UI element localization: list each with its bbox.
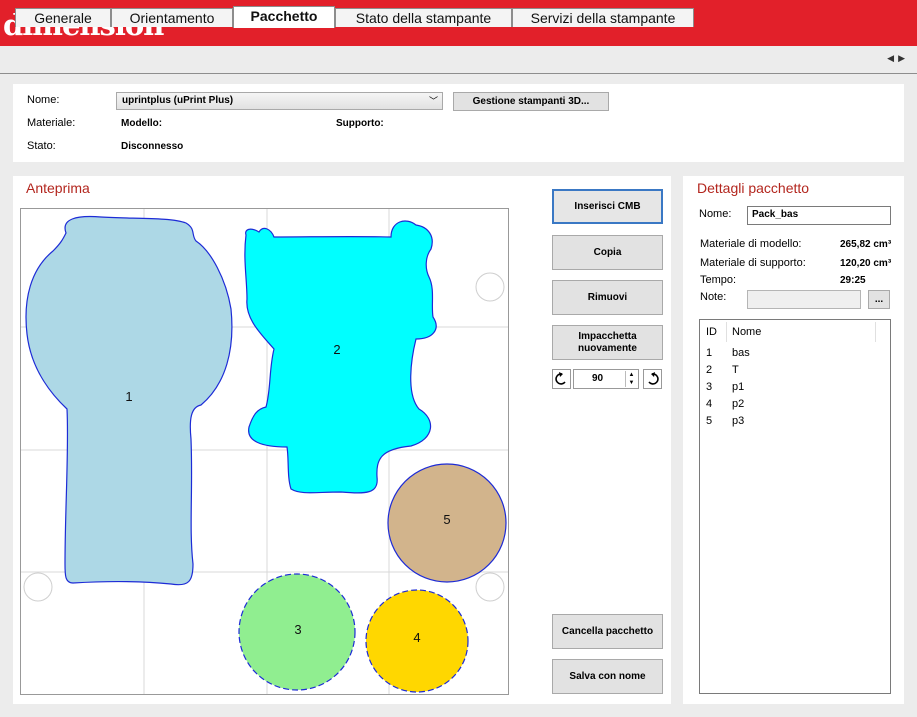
list-item-id[interactable]: 3: [706, 381, 712, 393]
rotation-angle-value: 90: [592, 373, 604, 384]
list-item-id[interactable]: 5: [706, 415, 712, 427]
spin-up-icon[interactable]: ▲: [626, 371, 637, 379]
printer-name-label: Nome:: [27, 94, 60, 106]
printer-select[interactable]: uprintplus (uPrint Plus) ﹀: [116, 92, 443, 110]
list-item-name[interactable]: p3: [732, 415, 744, 427]
time-value: 29:25: [840, 275, 866, 286]
preview-title: Anteprima: [26, 180, 90, 196]
tab-servizi-stampante[interactable]: Servizi della stampante: [512, 8, 694, 27]
clear-pack-button[interactable]: Cancella pacchetto: [552, 614, 663, 649]
model-label: Modello:: [121, 118, 163, 129]
notes-input[interactable]: [747, 290, 861, 309]
rotate-left-button[interactable]: [552, 369, 571, 389]
remove-button[interactable]: Rimuovi: [552, 280, 663, 315]
printer-select-value: uprintplus (uPrint Plus): [122, 95, 234, 106]
material-label: Materiale:: [27, 117, 76, 129]
part-2-label: 2: [333, 342, 340, 357]
pack-preview-svg[interactable]: 1 2 3 4 5: [21, 209, 508, 694]
rotate-right-button[interactable]: [643, 369, 662, 389]
part-4-label: 4: [413, 630, 420, 645]
notes-label: Note:: [700, 291, 727, 303]
repack-button-line2: nuovamente: [578, 342, 637, 354]
tab-orientamento[interactable]: Orientamento: [111, 8, 233, 27]
save-as-button[interactable]: Salva con nome: [552, 659, 663, 694]
tab-scroll-arrows[interactable]: ◀▶: [887, 53, 909, 64]
list-item-id[interactable]: 2: [706, 364, 712, 376]
column-header-name[interactable]: Nome: [732, 326, 761, 338]
tab-bar-baseline: [0, 73, 917, 74]
state-label: Stato:: [27, 140, 56, 152]
model-material-value: 265,82 cm³: [840, 239, 892, 250]
list-item-name[interactable]: T: [732, 364, 739, 376]
list-item-name[interactable]: bas: [732, 347, 750, 359]
part-5-label: 5: [443, 512, 450, 527]
insert-cmb-button[interactable]: Inserisci CMB: [552, 189, 663, 224]
list-item-id[interactable]: 1: [706, 347, 712, 359]
repack-button[interactable]: Impacchetta nuovamente: [552, 325, 663, 360]
pack-preview-canvas[interactable]: 1 2 3 4 5: [20, 208, 509, 695]
pack-parts-list[interactable]: ID Nome 1 bas 2 T 3 p1 4 p2 5 p3: [699, 319, 891, 694]
pack-details-title: Dettagli pacchetto: [697, 180, 810, 196]
list-item-name[interactable]: p2: [732, 398, 744, 410]
tab-stato-stampante[interactable]: Stato della stampante: [335, 8, 512, 27]
state-value: Disconnesso: [121, 141, 184, 152]
time-label: Tempo:: [700, 274, 737, 286]
spin-down-icon[interactable]: ▼: [626, 379, 637, 387]
part-3-label: 3: [294, 622, 301, 637]
pack-name-input[interactable]: Pack_bas: [747, 206, 891, 225]
support-label: Supporto:: [336, 118, 384, 129]
tab-pacchetto[interactable]: Pacchetto: [233, 6, 335, 28]
pack-name-label: Nome:: [699, 208, 732, 220]
chevron-down-icon: ﹀: [428, 96, 438, 106]
support-material-label: Materiale di supporto:: [700, 257, 806, 269]
notes-browse-button[interactable]: ...: [868, 290, 890, 309]
tab-generale[interactable]: Generale: [15, 8, 111, 27]
model-material-label: Materiale di modello:: [700, 238, 802, 250]
list-item-id[interactable]: 4: [706, 398, 712, 410]
manage-3d-printers-button[interactable]: Gestione stampanti 3D...: [453, 92, 609, 111]
repack-button-line1: Impacchetta: [578, 330, 637, 342]
tab-scroll-right-icon[interactable]: ▶: [898, 53, 909, 63]
rotate-ccw-icon: [555, 372, 566, 385]
copy-button[interactable]: Copia: [552, 235, 663, 270]
part-1-label: 1: [125, 389, 132, 404]
rotation-angle-field[interactable]: 90 ▲ ▼: [573, 369, 639, 389]
tab-bar: [0, 46, 917, 74]
tab-scroll-left-icon[interactable]: ◀: [887, 53, 898, 63]
support-material-value: 120,20 cm³: [840, 258, 892, 269]
column-header-id[interactable]: ID: [706, 326, 717, 338]
list-item-name[interactable]: p1: [732, 381, 744, 393]
rotate-cw-icon: [648, 372, 659, 385]
